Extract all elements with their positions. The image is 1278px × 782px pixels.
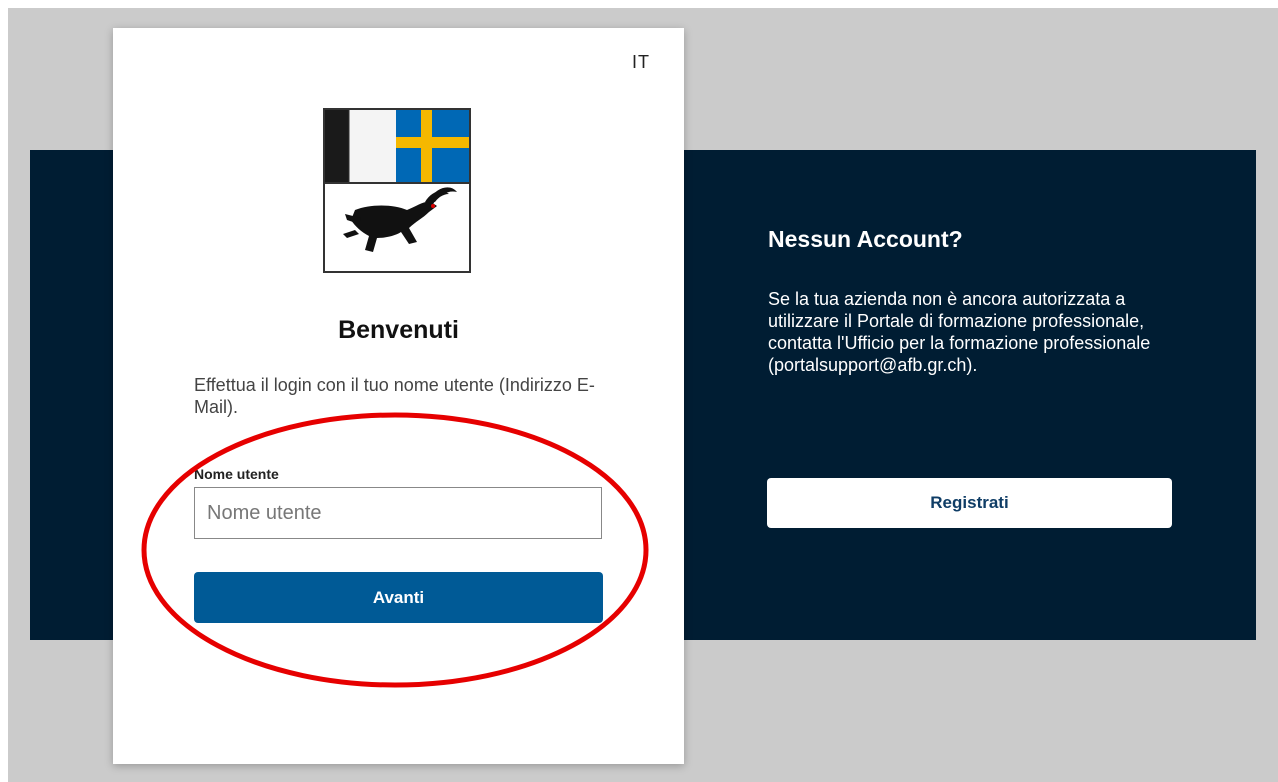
username-input[interactable] — [194, 487, 602, 539]
login-instructions: Effettua il login con il tuo nome utente… — [194, 375, 595, 417]
language-selector[interactable]: IT — [632, 52, 650, 73]
crest-graphic — [325, 110, 469, 252]
welcome-title: Benvenuti — [338, 316, 459, 344]
no-account-text: Se la tua azienda non è ancora autorizza… — [768, 289, 1151, 375]
login-card: IT Benvenuti Effettua il login con il tu… — [113, 28, 684, 764]
next-button[interactable]: Avanti — [194, 572, 603, 623]
graubuenden-coat-of-arms-icon — [323, 108, 471, 273]
no-account-title: Nessun Account? — [768, 226, 963, 252]
username-label: Nome utente — [194, 466, 279, 482]
register-button[interactable]: Registrati — [767, 478, 1172, 528]
